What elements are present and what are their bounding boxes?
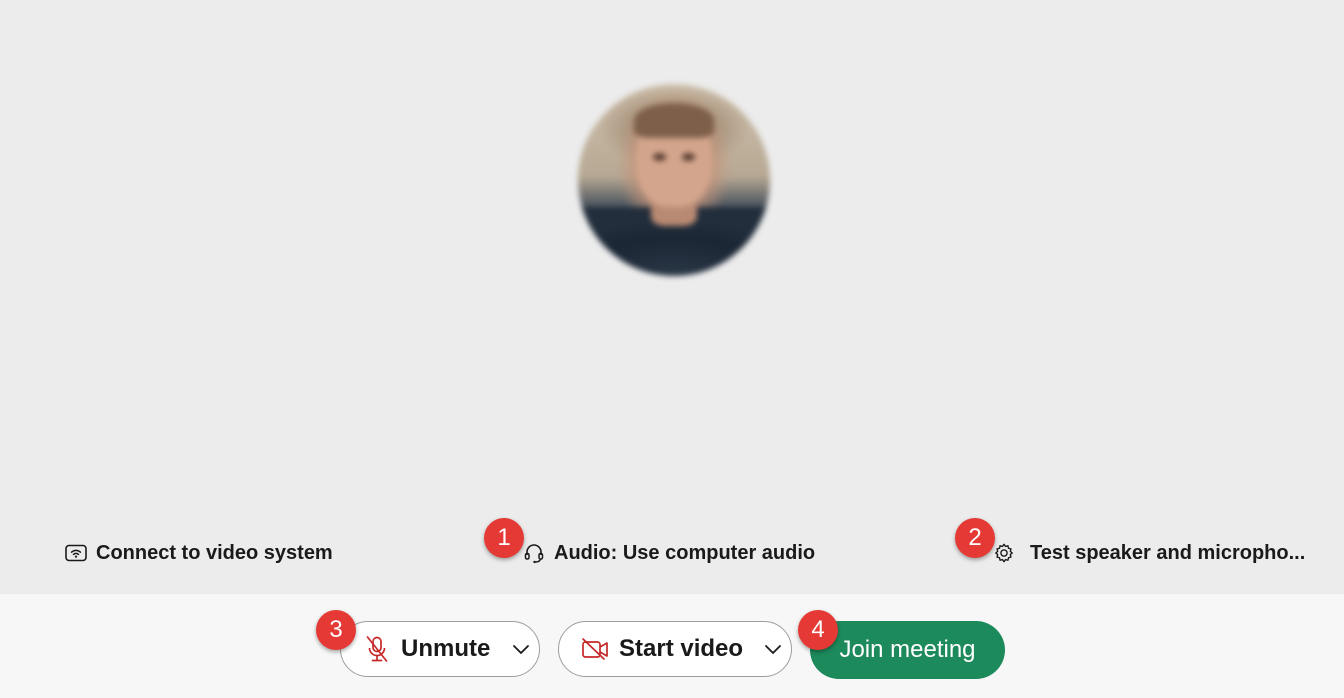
preview-stage: Connect to video system Audio: Use compu… bbox=[0, 0, 1344, 594]
gear-icon bbox=[992, 541, 1016, 565]
chevron-down-icon[interactable] bbox=[761, 637, 785, 661]
bottom-control-bar: Unmute Start video Join meeting 3 4 bbox=[0, 594, 1344, 698]
chevron-down-icon[interactable] bbox=[509, 637, 533, 661]
connect-video-system-button[interactable]: Connect to video system bbox=[64, 540, 333, 566]
audio-option-button[interactable]: Audio: Use computer audio bbox=[522, 540, 815, 566]
callout-badge-3: 3 bbox=[316, 610, 356, 650]
unmute-label: Unmute bbox=[401, 635, 491, 662]
test-speaker-microphone-label: Test speaker and micropho... bbox=[1030, 541, 1306, 564]
self-avatar bbox=[578, 84, 770, 276]
join-meeting-button[interactable]: Join meeting bbox=[810, 621, 1005, 679]
video-system-wifi-icon bbox=[64, 541, 88, 565]
mic-off-icon bbox=[363, 635, 391, 663]
test-speaker-microphone-button[interactable]: Test speaker and micropho... bbox=[992, 540, 1305, 566]
unmute-button[interactable]: Unmute bbox=[340, 621, 540, 677]
callout-badge-2: 2 bbox=[955, 518, 995, 558]
connect-video-system-label: Connect to video system bbox=[96, 541, 333, 564]
headset-icon bbox=[522, 541, 546, 565]
audio-option-label: Audio: Use computer audio bbox=[554, 541, 816, 564]
callout-badge-4: 4 bbox=[798, 610, 838, 650]
start-video-label: Start video bbox=[619, 635, 744, 662]
callout-badge-1: 1 bbox=[484, 518, 524, 558]
video-off-icon bbox=[581, 635, 609, 663]
start-video-button[interactable]: Start video bbox=[558, 621, 792, 677]
